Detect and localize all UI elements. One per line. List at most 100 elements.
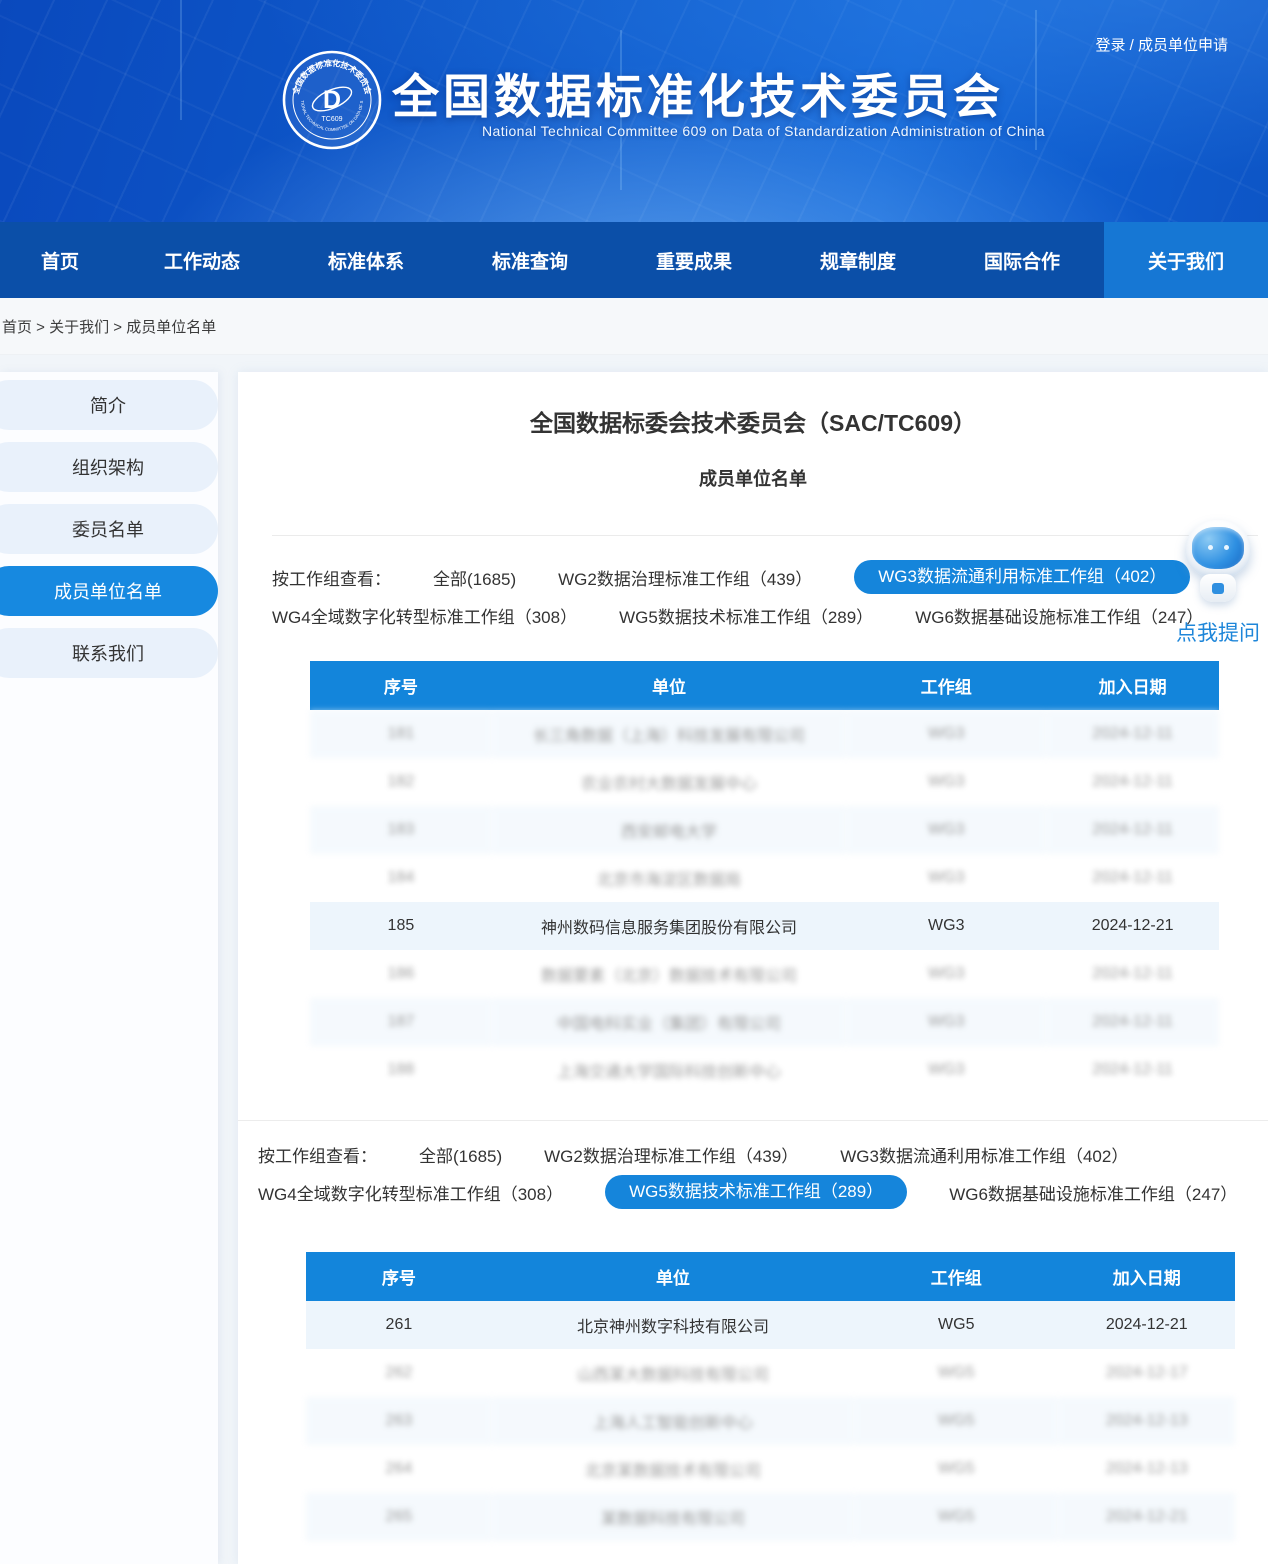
breadcrumb[interactable]: 首页 > 关于我们 > 成员单位名单 — [0, 298, 1268, 355]
cell-no: 183 — [310, 806, 492, 854]
cell-join-date: 2024-12-11 — [1046, 854, 1219, 902]
sidebar-item-structure[interactable]: 组织架构 — [0, 442, 218, 492]
cell-unit: 上海人工智能创新中心 — [492, 1397, 854, 1445]
member-row: 181长三角数据（上海）科技发展有限公司WG32024-12-11 — [310, 710, 1219, 758]
filter-tab-wg5[interactable]: WG5数据技术标准工作组（289） — [605, 1175, 907, 1209]
nav-item-standard-system[interactable]: 标准体系 — [284, 222, 448, 298]
filter-tab-wg5[interactable]: WG5数据技术标准工作组（289） — [619, 603, 873, 628]
column-header: 加入日期 — [1058, 1252, 1235, 1301]
column-header: 单位 — [492, 661, 847, 710]
cell-workgroup: WG5 — [854, 1301, 1058, 1349]
nav-item-regulations[interactable]: 规章制度 — [776, 222, 940, 298]
column-header: 单位 — [492, 1252, 854, 1301]
cell-unit: 神州数码信息服务集团股份有限公司 — [492, 902, 847, 950]
cell-unit: 西安邮电大学 — [492, 806, 847, 854]
cell-join-date: 2024-12-11 — [1046, 710, 1219, 758]
members-table: 序号单位工作组加入日期261北京神州数字科技有限公司WG52024-12-212… — [306, 1252, 1235, 1541]
cell-workgroup: WG3 — [846, 806, 1046, 854]
main-nav: 首页工作动态标准体系标准查询重要成果规章制度国际合作关于我们 — [0, 222, 1268, 298]
robot-body-icon — [1200, 574, 1236, 602]
login-member-apply-link[interactable]: 登录 / 成员单位申请 — [1095, 34, 1228, 55]
cell-no: 185 — [310, 902, 492, 950]
member-row: 183西安邮电大学WG32024-12-11 — [310, 806, 1219, 854]
member-row: 262山西某大数据科技有限公司WG52024-12-17 — [306, 1349, 1235, 1397]
member-row: 184北京市海淀区数据局WG32024-12-11 — [310, 854, 1219, 902]
cell-unit: 北京某数据技术有限公司 — [492, 1445, 854, 1493]
cell-join-date: 2024-12-11 — [1046, 998, 1219, 1046]
workgroup-section-1: 按工作组查看：全部(1685)WG2数据治理标准工作组（439）WG3数据流通利… — [238, 558, 1268, 1094]
cell-workgroup: WG3 — [846, 1046, 1046, 1094]
cell-workgroup: WG3 — [846, 710, 1046, 758]
filter-row-1: 按工作组查看：全部(1685)WG2数据治理标准工作组（439）WG3数据流通利… — [272, 558, 1268, 596]
sidebar-item-member-units[interactable]: 成员单位名单 — [0, 566, 218, 616]
nav-item-about[interactable]: 关于我们 — [1104, 222, 1268, 298]
committee-logo-icon: 全国数据标准化技术委员会 NATIONAL TECHNICAL COMMITTE… — [282, 50, 382, 150]
sidebar-item-intro[interactable]: 简介 — [0, 380, 218, 430]
filter-tab-wg4[interactable]: WG4全域数字化转型标准工作组（308） — [258, 1180, 563, 1205]
cell-unit: 山西某大数据科技有限公司 — [492, 1349, 854, 1397]
assistant-label[interactable]: 点我提问 — [1172, 617, 1264, 647]
cell-no: 181 — [310, 710, 492, 758]
cell-join-date: 2024-12-13 — [1058, 1445, 1235, 1493]
cell-workgroup: WG5 — [854, 1493, 1058, 1541]
cell-unit: 数据要素（北京）数据技术有限公司 — [492, 950, 847, 998]
cell-join-date: 2024-12-11 — [1046, 758, 1219, 806]
workgroup-section-2: 按工作组查看： 全部(1685) WG2数据治理标准工作组（439） WG3数据流通利… — [238, 1120, 1268, 1541]
member-row: 186数据要素（北京）数据技术有限公司WG32024-12-11 — [310, 950, 1219, 998]
filter-tabs: 按工作组查看：全部(1685)WG2数据治理标准工作组（439）WG3数据流通利… — [238, 558, 1268, 634]
sidebar-item-committee-members[interactable]: 委员名单 — [0, 504, 218, 554]
filter-tab-all[interactable]: 全部(1685) — [433, 565, 516, 590]
cell-no: 262 — [306, 1349, 492, 1397]
cell-unit: 长三角数据（上海）科技发展有限公司 — [492, 710, 847, 758]
assistant-widget[interactable]: 点我提问 — [1172, 520, 1264, 647]
table-header-row: 序号单位工作组加入日期 — [306, 1252, 1235, 1301]
cell-no: 261 — [306, 1301, 492, 1349]
content-card: 全国数据标委会技术委员会（SAC/TC609） 成员单位名单 按工作组查看：全部… — [238, 372, 1268, 1564]
filter-tab-wg4[interactable]: WG4全域数字化转型标准工作组（308） — [272, 603, 577, 628]
nav-item-home[interactable]: 首页 — [0, 222, 120, 298]
filter-caption: 按工作组查看： — [258, 1142, 377, 1167]
cell-no: 186 — [310, 950, 492, 998]
nav-item-achievements[interactable]: 重要成果 — [612, 222, 776, 298]
cell-workgroup: WG3 — [846, 758, 1046, 806]
filter-tab-wg2[interactable]: WG2数据治理标准工作组（439） — [544, 1142, 798, 1167]
cell-unit: 中国电科实业（集团）有限公司 — [492, 998, 847, 1046]
site-subtitle-en: National Technical Committee 609 on Data… — [482, 123, 1045, 139]
site-header: 登录 / 成员单位申请 全国数据标准化技术委员会 NATIONAL TECHNI… — [0, 0, 1268, 222]
nav-item-international[interactable]: 国际合作 — [940, 222, 1104, 298]
member-row: 187中国电科实业（集团）有限公司WG32024-12-11 — [310, 998, 1219, 1046]
member-row: 264北京某数据技术有限公司WG52024-12-13 — [306, 1445, 1235, 1493]
cell-no: 263 — [306, 1397, 492, 1445]
cell-unit: 北京市海淀区数据局 — [492, 854, 847, 902]
member-row: 185神州数码信息服务集团股份有限公司WG32024-12-21 — [310, 902, 1219, 950]
filter-row-2: WG4全域数字化转型标准工作组（308） WG5数据技术标准工作组（289） WG6… — [258, 1173, 1268, 1211]
member-row: 265某数据科技有限公司WG52024-12-21 — [306, 1493, 1235, 1541]
member-row: 261北京神州数字科技有限公司WG52024-12-21 — [306, 1301, 1235, 1349]
cell-unit: 北京神州数字科技有限公司 — [492, 1301, 854, 1349]
sidebar-item-contact[interactable]: 联系我们 — [0, 628, 218, 678]
filter-tab-wg3[interactable]: WG3数据流通利用标准工作组（402） — [840, 1142, 1128, 1167]
cell-no: 182 — [310, 758, 492, 806]
cell-workgroup: WG5 — [854, 1445, 1058, 1493]
members-table: 序号单位工作组加入日期181长三角数据（上海）科技发展有限公司WG32024-1… — [310, 661, 1219, 1094]
column-header: 工作组 — [846, 661, 1046, 710]
cell-join-date: 2024-12-21 — [1058, 1301, 1235, 1349]
filter-tab-wg6[interactable]: WG6数据基础设施标准工作组（247） — [915, 603, 1203, 628]
cell-join-date: 2024-12-17 — [1058, 1349, 1235, 1397]
divider — [272, 535, 1258, 536]
cell-no: 187 — [310, 998, 492, 1046]
nav-item-standard-search[interactable]: 标准查询 — [448, 222, 612, 298]
cell-join-date: 2024-12-13 — [1058, 1397, 1235, 1445]
robot-icon — [1185, 520, 1251, 578]
filter-row-1: 按工作组查看： 全部(1685) WG2数据治理标准工作组（439） WG3数据流通利… — [258, 1135, 1268, 1173]
filter-tab-all[interactable]: 全部(1685) — [419, 1142, 502, 1167]
cell-join-date: 2024-12-11 — [1046, 806, 1219, 854]
nav-item-news[interactable]: 工作动态 — [120, 222, 284, 298]
cell-unit: 某数据科技有限公司 — [492, 1493, 854, 1541]
filter-tab-wg2[interactable]: WG2数据治理标准工作组（439） — [558, 565, 812, 590]
site-title: 全国数据标准化技术委员会 — [392, 58, 1004, 127]
filter-tab-wg6[interactable]: WG6数据基础设施标准工作组（247） — [949, 1180, 1237, 1205]
filter-tab-wg3[interactable]: WG3数据流通利用标准工作组（402） — [854, 560, 1190, 594]
cell-workgroup: WG3 — [846, 902, 1046, 950]
decor-beam — [180, 0, 182, 120]
